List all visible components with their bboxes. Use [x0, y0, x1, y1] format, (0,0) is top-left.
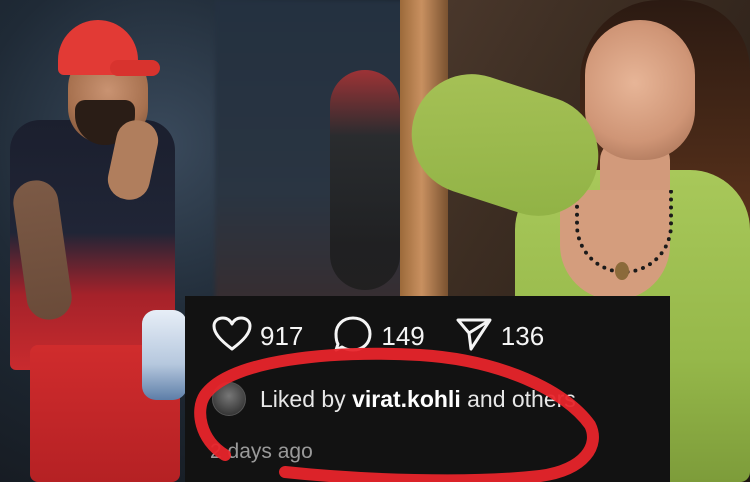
liked-by-row[interactable]: Liked by virat.kohli and others: [212, 382, 576, 416]
heart-icon[interactable]: [212, 316, 252, 357]
woman-face: [585, 20, 695, 160]
liked-by-text: Liked by virat.kohli and others: [260, 386, 576, 413]
comments-count: 149: [381, 320, 425, 351]
comment-action[interactable]: 149: [333, 315, 425, 358]
liked-by-suffix: and others: [460, 385, 576, 412]
comment-bubble-icon[interactable]: [333, 315, 373, 358]
paper-plane-icon[interactable]: [455, 316, 493, 357]
batting-glove: [142, 310, 187, 400]
liked-by-prefix: Liked by: [260, 385, 353, 412]
post-timestamp: 2 days ago: [210, 440, 313, 463]
share-action[interactable]: 136: [455, 316, 544, 357]
post-actions: 917 149 136: [212, 314, 562, 358]
shares-count: 136: [500, 320, 545, 351]
likes-count: 917: [260, 320, 304, 351]
player-cap-brim: [110, 60, 160, 76]
liked-by-username[interactable]: virat.kohli: [352, 386, 461, 412]
like-action[interactable]: 917: [212, 316, 303, 357]
avatar[interactable]: [212, 382, 246, 416]
blurred-arm: [330, 70, 400, 290]
pendant: [615, 262, 629, 280]
